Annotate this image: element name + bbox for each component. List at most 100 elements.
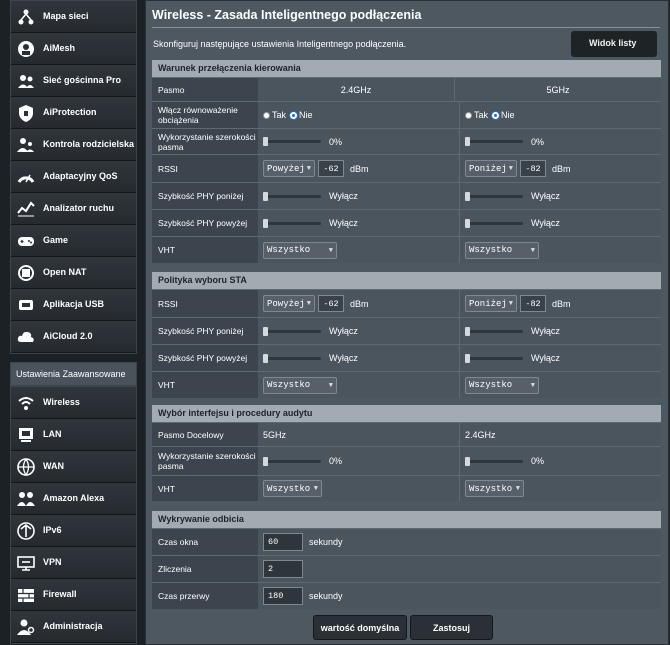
rssi-2g-select[interactable]: Powyżej ▼ — [263, 160, 315, 177]
sidebar-item-open-nat[interactable]: Open NAT — [11, 257, 136, 289]
sta-phy-below-2g: Wyłącz — [258, 318, 460, 344]
select-value: Poniżej — [469, 298, 507, 309]
sta-phy-above-2g-slider[interactable] — [263, 353, 321, 363]
slider-knob[interactable] — [465, 456, 470, 466]
audit-vht-2g-select[interactable]: Wszystko ▼ — [263, 480, 322, 497]
vht-5g-select[interactable]: Wszystko ▼ — [465, 241, 539, 259]
sta-rssi-2g-input[interactable]: -62 — [318, 295, 344, 312]
slider-knob[interactable] — [263, 456, 268, 466]
sta-phy-above-2g-value: Wyłącz — [329, 353, 358, 363]
rssi-unit: dBm — [350, 163, 369, 174]
slider-knob[interactable] — [465, 137, 470, 146]
sidebar-item-wan[interactable]: WAN — [11, 451, 136, 483]
default-button[interactable]: wartość domyślna — [313, 615, 407, 640]
sta-vht-5g-select[interactable]: Wszystko ▼ — [465, 376, 539, 394]
sidebar-item-guest-network[interactable]: Sieć gościnna Pro — [11, 65, 136, 97]
audit-bandwidth-2g-slider[interactable] — [263, 456, 321, 466]
sidebar-item-aimesh[interactable]: AiMesh — [11, 33, 136, 65]
sidebar-item-alexa[interactable]: Amazon Alexa — [11, 483, 136, 515]
slider-knob[interactable] — [465, 218, 470, 228]
sta-phy-below-5g-slider[interactable] — [465, 326, 523, 336]
radio-dot — [465, 111, 472, 119]
sidebar-item-parental-control[interactable]: Kontrola rodzicielska — [11, 129, 136, 161]
sidebar-item-label: LAN — [43, 429, 62, 439]
window-time-row: Czas okna 60 sekundy — [152, 528, 661, 555]
sidebar-item-firewall[interactable]: Firewall — [11, 579, 136, 611]
chevron-down-icon: ▼ — [515, 485, 520, 493]
bandwidth-2g-slider[interactable] — [263, 137, 321, 146]
sta-rssi-5g-input[interactable]: -82 — [520, 295, 546, 312]
bandwidth-5g-slider[interactable] — [465, 137, 523, 146]
sta-rssi-5g-select[interactable]: Poniżej ▼ — [465, 295, 517, 312]
audit-bandwidth-5g-slider[interactable] — [465, 456, 523, 466]
chevron-down-icon: ▼ — [313, 485, 318, 493]
vht-2g-select[interactable]: Wszystko ▼ — [263, 241, 337, 259]
slider-knob[interactable] — [465, 191, 470, 201]
audit-vht-5g: Wszystko ▼ — [460, 476, 661, 501]
sta-phy-above-5g-value: Wyłącz — [531, 353, 560, 363]
slider-knob[interactable] — [465, 326, 470, 336]
rssi-5g-select[interactable]: Poniżej ▼ — [465, 160, 517, 177]
sidebar-item-shield[interactable]: AiProtection — [11, 97, 136, 129]
sidebar-item-label: Kontrola rodzicielska — [43, 139, 135, 149]
phy-below-2g-slider[interactable] — [263, 191, 321, 201]
slider-knob[interactable] — [263, 137, 268, 146]
audit-vht-5g-select[interactable]: Wszystko ▼ — [465, 480, 524, 497]
phy-above-5g-slider[interactable] — [465, 218, 523, 228]
phy-below-5g: Wyłącz — [460, 183, 661, 209]
sta-vht-2g-select[interactable]: Wszystko ▼ — [263, 376, 337, 394]
sidebar-item-ipv6[interactable]: IPv6 — [11, 515, 136, 547]
sta-phy-above-5g-slider[interactable] — [465, 353, 523, 363]
sidebar-item-vpn[interactable]: VPN — [11, 547, 136, 579]
sidebar-item-label: Open NAT — [43, 267, 87, 277]
load-balance-2g-yes-radio[interactable]: Tak — [263, 110, 286, 120]
administration-icon — [15, 616, 37, 638]
sta-phy-below-2g-slider[interactable] — [263, 326, 321, 336]
phy-above-2g-slider[interactable] — [263, 218, 321, 228]
load-balance-label: Włącz równoważenie obciążenia — [152, 102, 258, 128]
sidebar-item-cloud[interactable]: AiCloud 2.0 — [11, 321, 136, 353]
load-balance-2g-no-radio[interactable]: Nie — [290, 110, 313, 120]
vht-row: VHT Wszystko ▼ Wszystko ▼ — [152, 236, 661, 263]
slider-track — [465, 140, 523, 143]
slider-knob[interactable] — [465, 353, 470, 363]
sidebar-item-network-map[interactable]: Mapa sieci — [11, 1, 136, 33]
dwell-time-input[interactable]: 180 — [263, 587, 303, 605]
slider-track — [465, 329, 523, 333]
audit-vht-row: VHT Wszystko ▼ Wszystko ▼ — [152, 475, 661, 501]
section-header: Wykrywanie odbicia — [152, 511, 661, 528]
sidebar-item-label: WAN — [43, 461, 64, 471]
sidebar-item-usb[interactable]: Aplikacja USB — [11, 289, 136, 321]
sta-vht-row: VHT Wszystko ▼ Wszystko ▼ — [152, 371, 661, 398]
window-time-cell: 60 sekundy — [258, 529, 661, 555]
slider-knob[interactable] — [263, 353, 268, 363]
sta-rssi-2g-select[interactable]: Powyżej ▼ — [263, 295, 315, 312]
sidebar-item-lan[interactable]: LAN — [11, 419, 136, 451]
apply-button[interactable]: Zastosuj — [410, 615, 493, 640]
rssi-5g-input[interactable]: -82 — [520, 160, 546, 177]
rssi-2g-input[interactable]: -62 — [318, 160, 344, 177]
chevron-down-icon: ▼ — [328, 381, 333, 390]
page-title: Wireless - Zasada Inteligentnego podłącz… — [152, 8, 422, 22]
sidebar-item-label: Adaptacyjny QoS — [43, 171, 118, 181]
slider-knob[interactable] — [263, 191, 268, 201]
select-value: Wszystko — [267, 380, 311, 390]
sidebar-item-traffic-analyzer[interactable]: Analizator ruchu — [11, 193, 136, 225]
sidebar-item-wireless[interactable]: Wireless — [11, 387, 136, 419]
alexa-icon — [15, 488, 37, 510]
slider-knob[interactable] — [263, 218, 268, 228]
window-time-input[interactable]: 60 — [263, 533, 303, 551]
radio-label: Tak — [474, 110, 489, 120]
sidebar-item-administration[interactable]: Administracja — [11, 611, 136, 643]
phy-below-5g-slider[interactable] — [465, 191, 523, 201]
load-balance-5g-no-radio[interactable]: Nie — [492, 110, 515, 120]
sidebar-item-game[interactable]: Game — [11, 225, 136, 257]
sidebar-item-label: Wireless — [43, 397, 80, 407]
sta-phy-below-row: Szybkość PHY poniżej Wyłącz Wyłącz — [152, 317, 661, 344]
sidebar-item-qos[interactable]: Adaptacyjny QoS — [11, 161, 136, 193]
count-input[interactable]: 2 — [263, 560, 303, 578]
target-band-row: Pasmo Docelowy 5GHz 2.4GHz — [152, 422, 661, 446]
sidebar-item-label: AiMesh — [43, 43, 76, 53]
load-balance-5g-yes-radio[interactable]: Tak — [465, 110, 488, 120]
slider-knob[interactable] — [263, 326, 268, 336]
